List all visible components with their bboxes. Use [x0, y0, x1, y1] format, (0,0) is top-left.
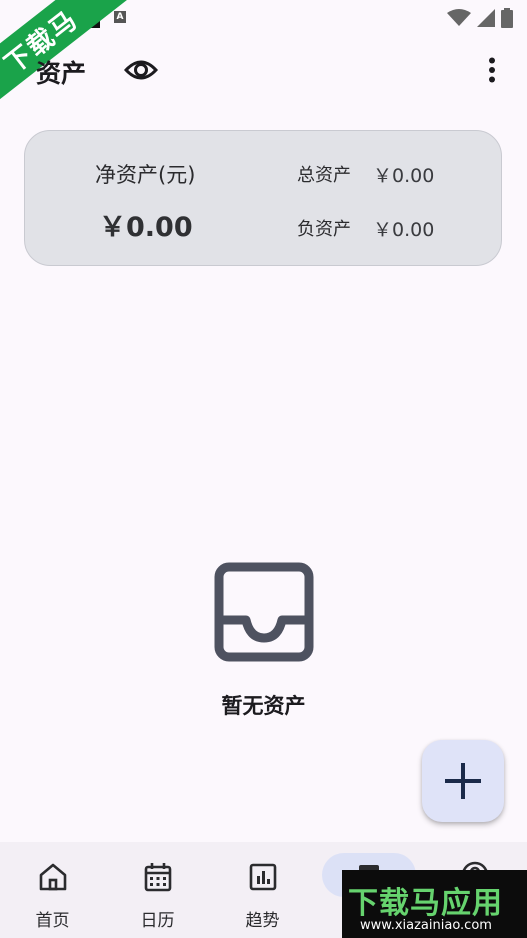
- nav-label-calendar: 日历: [140, 911, 175, 931]
- more-options-button[interactable]: [474, 52, 510, 88]
- chart-icon: [249, 863, 276, 891]
- brand-watermark: 下载马应用 www.xiazainiao.com: [342, 870, 527, 938]
- nav-label-home: 首页: [35, 911, 70, 931]
- home-icon: [39, 863, 66, 891]
- notification-icon: [86, 10, 100, 28]
- nav-label-trend: 趋势: [245, 911, 280, 931]
- liability-label: 负资产: [297, 219, 351, 240]
- app-notification-icon: A: [114, 11, 126, 23]
- signal-icon: [477, 9, 495, 27]
- total-asset-label: 总资产: [297, 165, 351, 186]
- plus-icon: [445, 763, 481, 799]
- add-asset-button[interactable]: [422, 740, 504, 822]
- status-bar: A: [0, 0, 527, 36]
- brand-watermark-url: www.xiazainiao.com: [360, 918, 492, 933]
- liability-value: ￥0.00: [373, 219, 435, 241]
- page-title: 资产: [36, 59, 87, 88]
- empty-state-text: 暂无资产: [221, 694, 306, 718]
- brand-watermark-title: 下载马应用: [348, 886, 503, 921]
- battery-icon: [501, 8, 513, 28]
- more-vert-icon: [489, 57, 495, 83]
- nav-item-trend[interactable]: 趋势: [210, 842, 315, 938]
- net-asset-label: 净资产(元): [95, 163, 196, 187]
- calendar-icon: [144, 863, 171, 892]
- eye-icon: [124, 60, 158, 80]
- wifi-icon: [447, 9, 471, 26]
- net-asset-value: ￥0.00: [99, 212, 193, 243]
- asset-summary-card: 净资产(元) ￥0.00 总资产 ￥0.00 负资产 ￥0.00: [24, 130, 502, 266]
- total-asset-value: ￥0.00: [373, 165, 435, 187]
- nav-item-home[interactable]: 首页: [0, 842, 105, 938]
- app-bar: 资产: [0, 40, 527, 102]
- visibility-toggle-button[interactable]: [120, 52, 162, 88]
- nav-item-calendar[interactable]: 日历: [105, 842, 210, 938]
- inbox-icon: [214, 562, 314, 662]
